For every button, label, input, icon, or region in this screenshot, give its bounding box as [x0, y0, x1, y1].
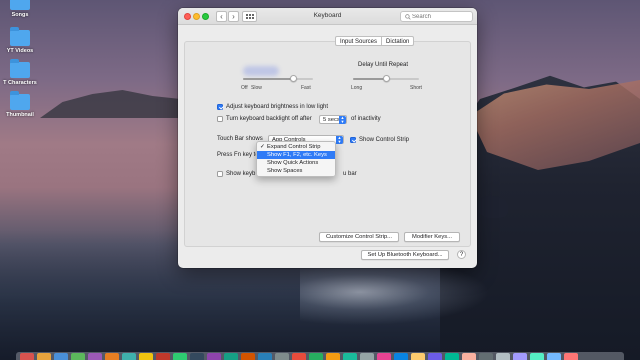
dock-app-icon[interactable] [71, 353, 85, 360]
backlight-duration-value: 5 secs [323, 117, 340, 123]
delay-until-repeat-slider-fill [353, 78, 386, 80]
desktop-folder-characters[interactable]: T Characters [0, 59, 40, 86]
dock-app-icon[interactable] [156, 353, 170, 360]
dock-app-icon[interactable] [496, 353, 510, 360]
delay-until-repeat-slider-knob[interactable] [382, 75, 390, 82]
folder-icon [10, 27, 30, 46]
search-input[interactable] [412, 12, 470, 22]
desktop-folder-label: T Characters [3, 80, 37, 86]
up-down-arrows-icon: ▲ ▼ [339, 115, 346, 124]
delay-until-repeat-slider[interactable] [353, 75, 419, 82]
key-repeat-slider[interactable] [243, 75, 313, 82]
fn-menu-item-label: Show Quick Actions [267, 160, 319, 166]
dock-app-icon[interactable] [445, 353, 459, 360]
fn-menu-item[interactable]: ✓ Expand Control Strip [257, 143, 335, 151]
dock-app-icon[interactable] [224, 353, 238, 360]
desktop-folder-songs[interactable]: Songs [0, 0, 40, 18]
backlight-off-checkbox[interactable] [217, 116, 223, 122]
dock-app-icon[interactable] [360, 353, 374, 360]
dock-app-icon[interactable] [190, 353, 204, 360]
fn-menu-item-label: Show F1, F2, etc. Keys [267, 152, 327, 158]
tab-dictation[interactable]: Dictation [381, 37, 413, 45]
checkmark-icon: ✓ [260, 144, 265, 150]
fn-menu-item[interactable]: Show Quick Actions [257, 159, 335, 167]
fn-menu-item-label: Expand Control Strip [267, 144, 321, 150]
folder-icon [10, 0, 30, 10]
desktop-folder-label: YT Videos [6, 48, 34, 54]
dock-app-icon[interactable] [326, 353, 340, 360]
desktop-folder-thumbnail[interactable]: Thumbnail [0, 91, 40, 118]
key-repeat-slider-fill [243, 78, 294, 80]
show-viewers-label: Show keyb [226, 171, 256, 177]
dock-app-icon[interactable] [139, 353, 153, 360]
dock-app-icon[interactable] [88, 353, 102, 360]
help-button[interactable]: ? [457, 250, 466, 259]
dock-app-icon[interactable] [479, 353, 493, 360]
fn-menu-item[interactable]: Show F1, F2, etc. Keys [257, 151, 335, 159]
dock-app-icon[interactable] [513, 353, 527, 360]
wallpaper-surf [300, 268, 500, 328]
show-control-strip-label: Show Control Strip [359, 137, 410, 143]
dock [16, 352, 624, 360]
key-repeat-max-label: Fast [301, 85, 311, 91]
show-control-strip-checkbox[interactable] [350, 137, 356, 143]
desktop-folder-label: Thumbnail [6, 112, 34, 118]
show-viewers-checkbox[interactable] [217, 171, 223, 177]
dock-app-icon[interactable] [37, 353, 51, 360]
fn-menu-item[interactable]: Show Spaces [257, 167, 335, 175]
show-viewers-label-end: u bar [343, 171, 357, 177]
wallpaper-rock [478, 196, 508, 218]
tab-bar: Input Sources Dictation [335, 36, 415, 46]
set-up-bluetooth-keyboard-button[interactable]: Set Up Bluetooth Keyboard... [361, 250, 449, 260]
dock-app-icon[interactable] [309, 353, 323, 360]
delay-until-repeat-label: Delay Until Repeat [358, 62, 409, 68]
fn-key-dropdown-menu: ✓ Expand Control Strip Show F1, F2, etc. K… [256, 141, 336, 177]
backlight-off-label: Turn keyboard backlight off after [226, 116, 312, 122]
adjust-brightness-checkbox[interactable] [217, 104, 223, 110]
tab-input-sources[interactable]: Input Sources [336, 37, 381, 45]
dock-app-icon[interactable] [428, 353, 442, 360]
blurred-tab-region [243, 66, 279, 76]
folder-icon [10, 59, 30, 78]
backlight-duration-popup[interactable]: 5 secs ▲ ▼ [319, 115, 347, 124]
dock-app-icon[interactable] [20, 353, 34, 360]
adjust-brightness-label: Adjust keyboard brightness in low light [226, 104, 329, 110]
delay-max-label: Short [410, 85, 422, 91]
dock-app-icon[interactable] [207, 353, 221, 360]
dock-app-icon[interactable] [258, 353, 272, 360]
desktop-folder-label: Songs [11, 12, 29, 18]
dock-app-icon[interactable] [241, 353, 255, 360]
keyboard-preferences-window: ‹ › Keyboard Off Slow Fast Delay Unti [178, 8, 477, 268]
desktop-folder-yt-videos[interactable]: YT Videos [0, 27, 40, 54]
delay-min-label: Long [351, 85, 363, 91]
backlight-suffix-label: of inactivity [351, 116, 381, 122]
dock-app-icon[interactable] [173, 353, 187, 360]
fn-key-label: Press Fn key to [217, 152, 259, 158]
dock-app-icon[interactable] [275, 353, 289, 360]
search-field[interactable] [400, 11, 473, 22]
dock-app-icon[interactable] [530, 353, 544, 360]
dock-app-icon[interactable] [564, 353, 578, 360]
dock-app-icon[interactable] [292, 353, 306, 360]
dock-app-icon[interactable] [394, 353, 408, 360]
dock-app-icon[interactable] [462, 353, 476, 360]
dock-app-icon[interactable] [411, 353, 425, 360]
up-down-arrows-icon: ▲ ▼ [336, 135, 343, 144]
key-repeat-slow-label: Slow [251, 85, 262, 91]
dock-app-icon[interactable] [547, 353, 561, 360]
modifier-keys-button[interactable]: Modifier Keys... [404, 232, 460, 242]
key-repeat-slider-knob[interactable] [289, 75, 297, 82]
title-bar[interactable]: ‹ › Keyboard [178, 8, 477, 25]
search-icon [405, 14, 411, 20]
dock-app-icon[interactable] [54, 353, 68, 360]
dock-app-icon[interactable] [343, 353, 357, 360]
dock-app-icon[interactable] [105, 353, 119, 360]
key-repeat-min-label: Off [241, 85, 248, 91]
wallpaper-mountain [40, 90, 190, 118]
dock-app-icon[interactable] [377, 353, 391, 360]
customize-control-strip-button[interactable]: Customize Control Strip... [319, 232, 399, 242]
fn-menu-item-label: Show Spaces [267, 168, 303, 174]
folder-icon [10, 91, 30, 110]
dock-app-icon[interactable] [122, 353, 136, 360]
